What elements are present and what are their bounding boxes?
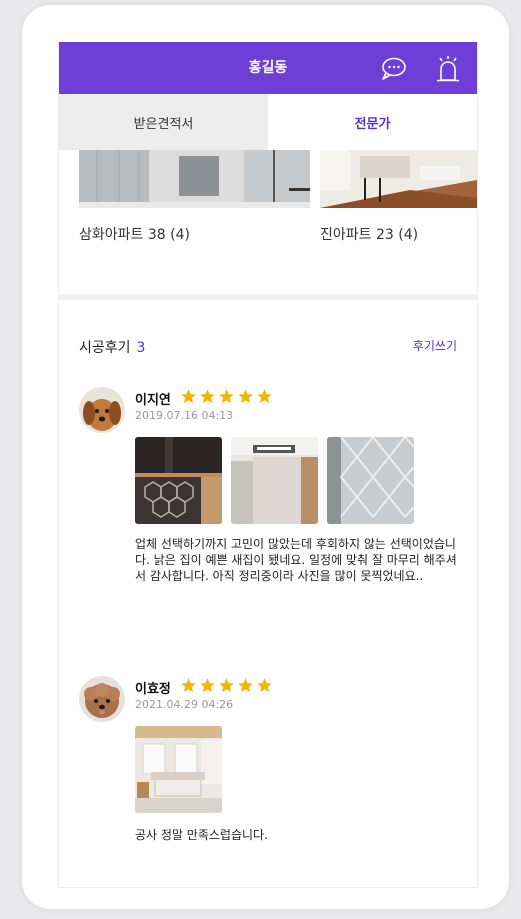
star-icon [219, 389, 234, 404]
alarm-bell-icon[interactable] [433, 54, 463, 84]
review-text: 업체 선택하기까지 고민이 많았는데 후회하지 않는 선택이었습니다. 낡은 집… [135, 537, 457, 583]
star-rating [180, 677, 273, 694]
star-icon [257, 389, 272, 404]
write-review-button[interactable]: 후기쓰기 [413, 337, 457, 354]
avatar [79, 676, 125, 722]
app-header: 홍길동 [59, 42, 477, 94]
reviewer-name: 이효정 [135, 682, 171, 697]
star-icon [238, 389, 253, 404]
header-title: 홍길동 [248, 60, 288, 76]
avatar [79, 387, 125, 433]
star-icon [200, 389, 215, 404]
portfolio-section: 삼화아파트 38 (4) 진아파트 23 (4) [59, 150, 477, 300]
phone-frame: 홍길동 받은견적서 전문가 삼화아파트 38 (4) 진아파트 23 (4) 시… [22, 5, 509, 909]
star-rating [180, 388, 273, 405]
chat-bubble-icon[interactable] [378, 54, 408, 84]
review-photo[interactable] [135, 726, 222, 813]
review-item: 이지연 2019.07.16 04:13 업체 선택하기까지 고민이 많았는데 … [79, 387, 459, 607]
reviews-heading: 시공후기 3 [79, 337, 145, 357]
star-icon [181, 678, 196, 693]
app-screen: 홍길동 받은견적서 전문가 삼화아파트 38 (4) 진아파트 23 (4) 시… [58, 42, 478, 888]
tab-expert[interactable]: 전문가 [268, 94, 477, 150]
portfolio-image-bathroom[interactable] [79, 150, 310, 208]
review-date: 2021.04.29 04:26 [135, 698, 234, 711]
tab-bar: 받은견적서 전문가 [59, 94, 477, 150]
star-icon [200, 678, 215, 693]
star-icon [238, 678, 253, 693]
star-icon [219, 678, 234, 693]
portfolio-caption[interactable]: 삼화아파트 38 (4) [79, 224, 190, 244]
portfolio-caption[interactable]: 진아파트 23 (4) [320, 224, 418, 244]
portfolio-image-living-room[interactable] [320, 150, 477, 208]
review-item: 이효정 2021.04.29 04:26 공사 정말 만족스럽습니다. [79, 676, 459, 856]
reviews-title: 시공후기 [79, 340, 131, 356]
review-photo[interactable] [327, 437, 414, 524]
star-icon [257, 678, 272, 693]
reviewer-name: 이지연 [135, 393, 171, 408]
review-photo[interactable] [231, 437, 318, 524]
tab-received-estimates[interactable]: 받은견적서 [59, 94, 268, 150]
review-date: 2019.07.16 04:13 [135, 409, 234, 422]
review-text: 공사 정말 만족스럽습니다. [135, 828, 268, 842]
star-icon [181, 389, 196, 404]
review-photo[interactable] [135, 437, 222, 524]
reviews-count: 3 [136, 340, 146, 356]
